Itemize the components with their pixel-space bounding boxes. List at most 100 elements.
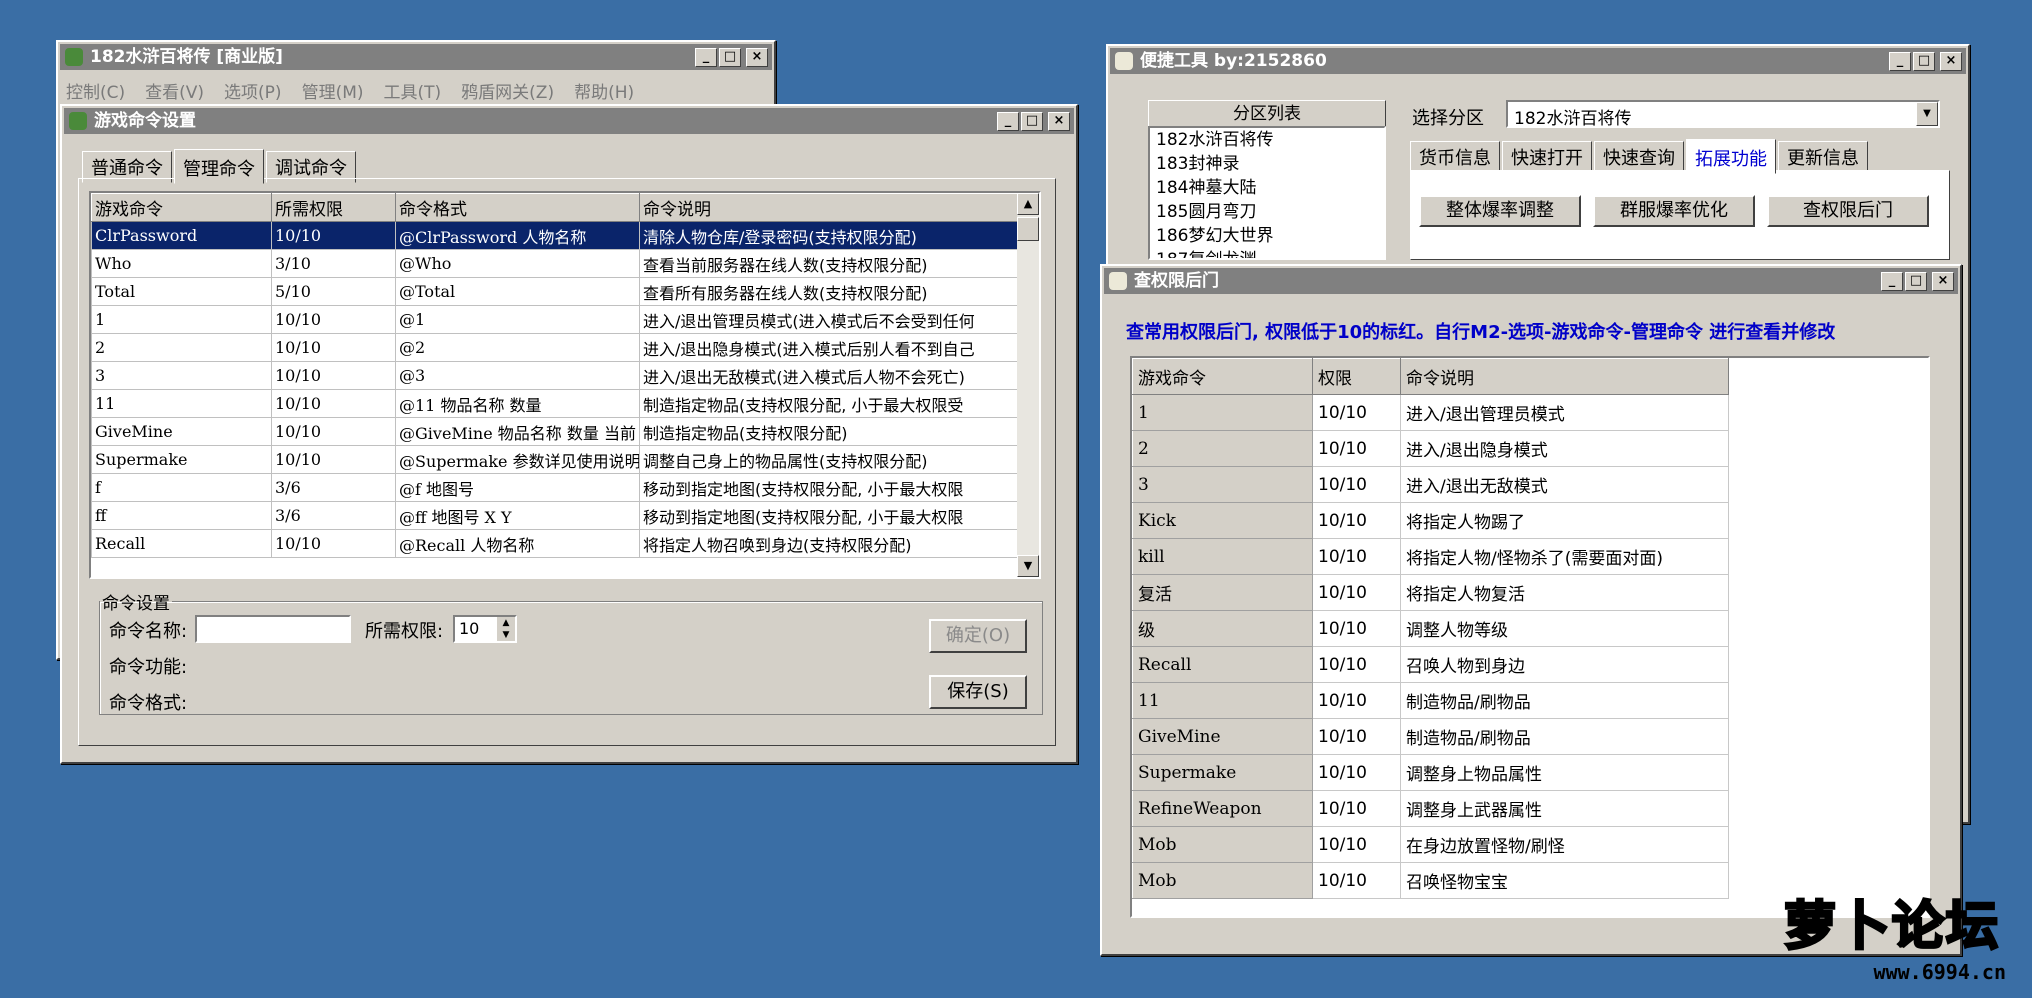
scroll-up-arrow-icon[interactable]: ▲ — [1017, 193, 1039, 215]
save-button[interactable]: 保存(S) — [929, 675, 1027, 709]
table-row[interactable]: ClrPassword 10/10 @ClrPassword 人物名称 清除人物仓库/… — [91, 221, 1018, 250]
column-header[interactable]: 所需权限 — [271, 193, 396, 222]
group-drop-rate-button[interactable]: 群服爆率优化 — [1593, 195, 1755, 227]
table-row[interactable]: Mob 10/10 在身边放置怪物/刷怪 — [1132, 826, 1729, 863]
minimize-button[interactable]: _ — [1889, 52, 1911, 71]
table-row[interactable]: 11 10/10 制造物品/刷物品 — [1132, 682, 1729, 719]
table-cell: @GiveMine 物品名称 数量 当前 — [395, 417, 640, 446]
close-button[interactable]: × — [1932, 272, 1954, 291]
minimize-button[interactable]: _ — [695, 48, 717, 67]
maximize-button[interactable]: □ — [1905, 272, 1927, 291]
list-item[interactable]: 186梦幻大世界 — [1150, 224, 1384, 248]
table-cell: 进入/退出管理员模式(进入模式后不会受到任何 — [639, 305, 1018, 334]
maximize-button[interactable]: □ — [719, 48, 741, 67]
column-header[interactable]: 游戏命令 — [1132, 358, 1313, 395]
table-row[interactable]: ff 3/6 @ff 地图号 X Y 移动到指定地图(支持权限分配, 小于最大权限 — [91, 501, 1018, 530]
table-row[interactable]: Supermake 10/10 调整身上物品属性 — [1132, 754, 1729, 791]
ok-button[interactable]: 确定(O) — [929, 619, 1027, 653]
table-row[interactable]: f 3/6 @f 地图号 移动到指定地图(支持权限分配, 小于最大权限 — [91, 473, 1018, 502]
check-perm-backdoor-button[interactable]: 查权限后门 — [1767, 195, 1929, 227]
list-item[interactable]: 185圆月弯刀 — [1150, 200, 1384, 224]
table-row[interactable]: GiveMine 10/10 制造物品/刷物品 — [1132, 718, 1729, 755]
menu-item[interactable]: 查看(V) — [145, 78, 204, 103]
table-row[interactable]: Recall 10/10 @Recall 人物名称 将指定人物召唤到身边(支持权限分配… — [91, 529, 1018, 558]
menu-item[interactable]: 控制(C) — [66, 78, 125, 103]
table-row[interactable]: Kick 10/10 将指定人物踢了 — [1132, 502, 1729, 539]
main-window-title: 182水浒百将传 [商业版] — [90, 47, 283, 67]
table-row[interactable]: kill 10/10 将指定人物/怪物杀了(需要面对面) — [1132, 538, 1729, 575]
menu-item[interactable]: 工具(T) — [384, 78, 442, 103]
table-cell: Recall — [1132, 646, 1313, 683]
table-row[interactable]: GiveMine 10/10 @GiveMine 物品名称 数量 当前 制造指定物品(… — [91, 417, 1018, 446]
table-cell: GiveMine — [1132, 718, 1313, 755]
list-item[interactable]: 183封神录 — [1150, 152, 1384, 176]
perm-spinner[interactable]: 10 ▲ ▼ — [453, 615, 517, 643]
table-row[interactable]: 复活 10/10 将指定人物复活 — [1132, 574, 1729, 611]
table-row[interactable]: 3 10/10 进入/退出无敌模式 — [1132, 466, 1729, 503]
tab-tool-3[interactable]: 拓展功能 — [1686, 139, 1776, 174]
table-cell: 11 — [91, 389, 272, 418]
tab-tool-2[interactable]: 快速查询 — [1594, 141, 1684, 173]
drop-rate-adjust-button[interactable]: 整体爆率调整 — [1419, 195, 1581, 227]
table-row[interactable]: 2 10/10 @2 进入/退出隐身模式(进入模式后别人看不到自己 — [91, 333, 1018, 362]
table-row[interactable]: 3 10/10 @3 进入/退出无敌模式(进入模式后人物不会死亡) — [91, 361, 1018, 390]
perm-window-title: 查权限后门 — [1134, 271, 1219, 291]
list-item[interactable]: 182水浒百将传 — [1150, 128, 1384, 152]
table-cell: 10/10 — [1312, 862, 1401, 899]
maximize-button[interactable]: □ — [1913, 52, 1935, 71]
perm-window-titlebar[interactable]: 查权限后门 _ □ × — [1104, 268, 1958, 294]
main-window-titlebar[interactable]: 182水浒百将传 [商业版] _ □ × — [60, 44, 772, 70]
chevron-down-icon[interactable]: ▼ — [1916, 102, 1938, 126]
close-button[interactable]: × — [1940, 52, 1962, 71]
table-cell: 10/10 — [271, 361, 396, 390]
table-row[interactable]: Mob 10/10 召唤怪物宝宝 — [1132, 862, 1729, 899]
menu-item[interactable]: 选项(P) — [224, 78, 282, 103]
column-header[interactable]: 命令说明 — [639, 193, 1018, 222]
menu-item[interactable]: 帮助(H) — [574, 78, 634, 103]
close-button[interactable]: × — [746, 48, 768, 67]
cmd-table-scrollbar[interactable]: ▲ ▼ — [1017, 193, 1039, 577]
tab-cmd-1[interactable]: 管理命令 — [174, 149, 264, 184]
table-row[interactable]: 2 10/10 进入/退出隐身模式 — [1132, 430, 1729, 467]
table-row[interactable]: 1 10/10 进入/退出管理员模式 — [1132, 394, 1729, 431]
menu-item[interactable]: 鸦盾网关(Z) — [461, 78, 554, 103]
zone-list[interactable]: 182水浒百将传 183封神录 184神墓大陆 185圆月弯刀 186梦幻大世界 187复… — [1148, 126, 1386, 260]
table-row[interactable]: Supermake 10/10 @Supermake 参数详见使用说明 调整自己身上的… — [91, 445, 1018, 474]
tab-tool-1[interactable]: 快速打开 — [1502, 141, 1592, 173]
menu-bar: 控制(C) 查看(V) 选项(P) 管理(M) 工具(T) 鸦盾网关(Z) 帮助(H) — [66, 78, 634, 103]
minimize-button[interactable]: _ — [1881, 272, 1903, 291]
list-item[interactable]: 187复剑龙渊 — [1150, 248, 1384, 258]
minimize-button[interactable]: _ — [997, 112, 1019, 131]
tool-window-titlebar[interactable]: 便捷工具 by:2152860 _ □ × — [1110, 48, 1966, 74]
tab-tool-0[interactable]: 货币信息 — [1410, 141, 1500, 173]
menu-item[interactable]: 管理(M) — [302, 78, 364, 103]
table-cell: ClrPassword — [91, 221, 272, 250]
table-cell: 10/10 — [1312, 538, 1401, 575]
column-header[interactable]: 命令说明 — [1400, 358, 1729, 395]
cmd-name-input[interactable] — [195, 615, 351, 643]
table-row[interactable]: Total 5/10 @Total 查看所有服务器在线人数(支持权限分配) — [91, 277, 1018, 306]
table-row[interactable]: 级 10/10 调整人物等级 — [1132, 610, 1729, 647]
close-button[interactable]: × — [1048, 112, 1070, 131]
list-item[interactable]: 184神墓大陆 — [1150, 176, 1384, 200]
table-row[interactable]: 1 10/10 @1 进入/退出管理员模式(进入模式后不会受到任何 — [91, 305, 1018, 334]
column-header[interactable]: 游戏命令 — [91, 193, 272, 222]
table-row[interactable]: RefineWeapon 10/10 调整身上武器属性 — [1132, 790, 1729, 827]
table-cell: 1 — [91, 305, 272, 334]
table-cell: 将指定人物召唤到身边(支持权限分配) — [639, 529, 1018, 558]
column-header[interactable]: 命令格式 — [395, 193, 640, 222]
tab-tool-4[interactable]: 更新信息 — [1778, 141, 1868, 173]
table-row[interactable]: Recall 10/10 召唤人物到身边 — [1132, 646, 1729, 683]
scroll-down-arrow-icon[interactable]: ▼ — [1017, 555, 1039, 577]
column-header[interactable]: 权限 — [1312, 358, 1401, 395]
maximize-button[interactable]: □ — [1021, 112, 1043, 131]
scroll-thumb[interactable] — [1017, 217, 1039, 241]
table-row[interactable]: Who 3/10 @Who 查看当前服务器在线人数(支持权限分配) — [91, 249, 1018, 278]
spin-down-icon[interactable]: ▼ — [497, 629, 515, 641]
table-row[interactable]: 11 10/10 @11 物品名称 数量 制造指定物品(支持权限分配, 小于最大权限受 — [91, 389, 1018, 418]
zone-select[interactable]: 182水浒百将传 ▼ — [1506, 100, 1940, 129]
perm-label: 所需权限: — [365, 621, 444, 642]
spin-up-icon[interactable]: ▲ — [497, 617, 515, 629]
table-cell: 将指定人物踢了 — [1400, 502, 1729, 539]
cmd-window-titlebar[interactable]: 游戏命令设置 _ □ × — [64, 108, 1074, 134]
